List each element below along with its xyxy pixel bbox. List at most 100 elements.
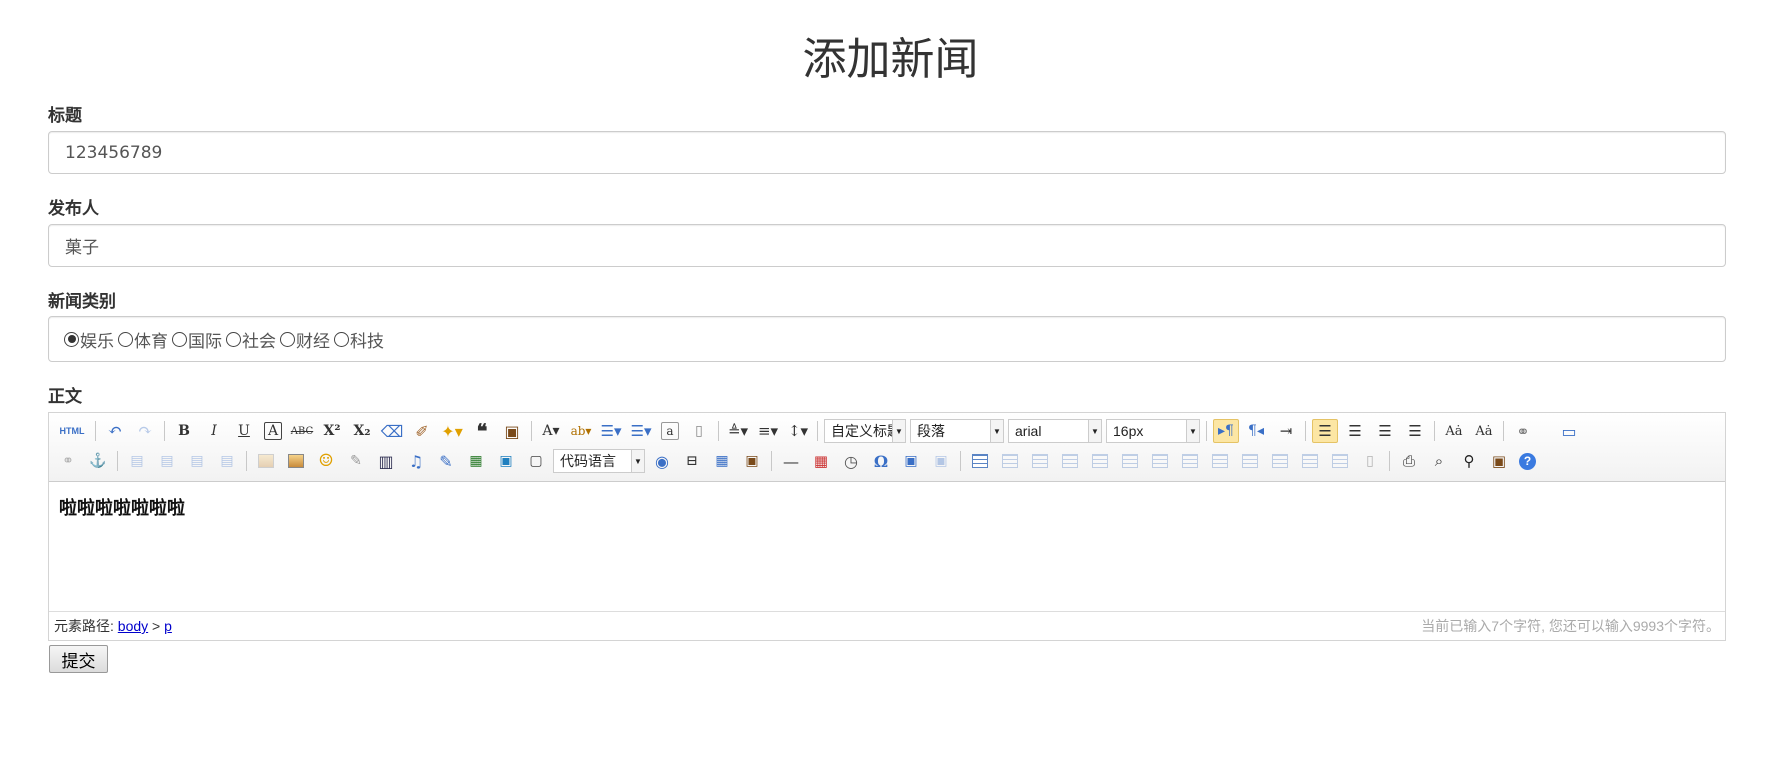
delete-row-icon[interactable] xyxy=(1087,449,1113,473)
insert-table-icon[interactable] xyxy=(967,449,993,473)
direction-ltr-icon[interactable]: ▸¶ xyxy=(1213,419,1239,443)
insert-col-icon[interactable] xyxy=(1117,449,1143,473)
merge-right-icon[interactable] xyxy=(1207,449,1233,473)
category-option-international[interactable]: 国际 xyxy=(172,327,222,352)
image-right-icon[interactable]: ▤ xyxy=(184,449,210,473)
radio-button[interactable] xyxy=(172,331,187,347)
font-border-icon[interactable]: A xyxy=(264,422,282,440)
page-break-icon[interactable]: ⊟ xyxy=(679,449,705,473)
radio-button[interactable] xyxy=(280,331,295,347)
attachment-icon[interactable]: ✎ xyxy=(433,449,459,473)
paragraph-format-select[interactable]: 段落 ▼ xyxy=(910,419,1004,443)
title-input[interactable]: 123456789 xyxy=(48,131,1726,174)
insert-time-icon[interactable]: ◷ xyxy=(838,449,864,473)
category-option-finance[interactable]: 财经 xyxy=(280,327,330,352)
insert-paragraph-before-table-icon[interactable] xyxy=(1027,449,1053,473)
help-icon[interactable]: ? xyxy=(1519,452,1536,470)
category-option-society[interactable]: 社会 xyxy=(226,327,276,352)
preview-icon[interactable]: ⌕ xyxy=(1426,449,1452,473)
special-chars-icon[interactable]: Ω xyxy=(868,449,894,473)
insert-date-icon[interactable]: ▦ xyxy=(808,449,834,473)
element-path-body-link[interactable]: body xyxy=(118,618,148,634)
anchor-icon[interactable]: ⚓ xyxy=(85,449,111,473)
scrawl-icon[interactable]: ✎ xyxy=(343,449,369,473)
redo-icon[interactable]: ↷ xyxy=(132,419,158,443)
align-center-icon[interactable]: ☰ xyxy=(1342,419,1368,443)
html-source-button[interactable]: HTML xyxy=(55,419,89,443)
format-brush-icon[interactable]: ✐ xyxy=(409,419,435,443)
radio-button[interactable] xyxy=(226,331,241,347)
background-color-icon[interactable]: ab▾ xyxy=(568,419,594,443)
emotion-icon[interactable]: ☺ xyxy=(313,449,339,473)
subscript-icon[interactable]: X₂ xyxy=(349,419,375,443)
category-option-tech[interactable]: 科技 xyxy=(334,327,384,352)
eraser-icon[interactable]: ⌫ xyxy=(379,419,405,443)
element-path-p-link[interactable]: p xyxy=(164,618,172,634)
search-replace-icon[interactable]: ⚲ xyxy=(1456,449,1482,473)
clear-document-icon[interactable]: ▯ xyxy=(686,419,712,443)
insert-image-icon[interactable] xyxy=(283,449,309,473)
radio-button[interactable] xyxy=(334,331,349,347)
split-to-rows-icon[interactable] xyxy=(1297,449,1323,473)
unordered-list-icon[interactable]: ☰▾ xyxy=(628,419,654,443)
font-family-select[interactable]: arial ▼ xyxy=(1008,419,1102,443)
image-left-icon[interactable]: ▤ xyxy=(154,449,180,473)
merge-down-icon[interactable] xyxy=(1237,449,1263,473)
insert-row-icon[interactable] xyxy=(1057,449,1083,473)
author-input[interactable]: 菓子 xyxy=(48,224,1726,267)
simple-upload-icon[interactable] xyxy=(253,449,279,473)
paste-plain-icon[interactable]: ▣ xyxy=(499,419,525,443)
web-app-icon[interactable]: ◉ xyxy=(649,449,675,473)
font-size-select[interactable]: 16px ▼ xyxy=(1106,419,1200,443)
align-left-icon[interactable]: ☰ xyxy=(1312,419,1338,443)
split-to-cells-icon[interactable] xyxy=(1267,449,1293,473)
background-icon[interactable]: ▣ xyxy=(739,449,765,473)
row-spacing-bottom-icon[interactable]: ≡▾ xyxy=(755,419,781,443)
insert-video-icon[interactable]: ▥ xyxy=(373,449,399,473)
radio-button[interactable] xyxy=(118,331,133,347)
radio-button-checked[interactable] xyxy=(64,331,79,347)
blockquote-icon[interactable]: ❝ xyxy=(469,419,495,443)
align-right-icon[interactable]: ☰ xyxy=(1372,419,1398,443)
merge-cells-icon[interactable] xyxy=(1177,449,1203,473)
map-icon[interactable]: ▦ xyxy=(463,449,489,473)
delete-col-icon[interactable] xyxy=(1147,449,1173,473)
strikethrough-icon[interactable]: ABC xyxy=(289,419,315,443)
underline-icon[interactable]: U xyxy=(231,419,257,443)
select-all-icon[interactable]: a xyxy=(661,422,679,440)
italic-icon[interactable]: I xyxy=(201,419,227,443)
font-color-icon[interactable]: A▾ xyxy=(538,419,564,443)
lowercase-icon[interactable]: Aȧ xyxy=(1471,419,1497,443)
split-to-cols-icon[interactable] xyxy=(1327,449,1353,473)
template-icon[interactable]: ▦ xyxy=(709,449,735,473)
code-language-select[interactable]: 代码语言 ▼ xyxy=(553,449,645,473)
delete-table-icon[interactable] xyxy=(997,449,1023,473)
row-spacing-top-icon[interactable]: ≜▾ xyxy=(725,419,751,443)
image-none-icon[interactable]: ▤ xyxy=(124,449,150,473)
word-image-icon[interactable]: ▣ xyxy=(898,449,924,473)
category-option-entertainment[interactable]: 娱乐 xyxy=(64,327,114,352)
direction-rtl-icon[interactable]: ¶◂ xyxy=(1243,419,1269,443)
snapscreen-icon[interactable]: ▣ xyxy=(928,449,954,473)
custom-heading-select[interactable]: 自定义标题 ▼ xyxy=(824,419,906,443)
undo-icon[interactable]: ↶ xyxy=(102,419,128,443)
superscript-icon[interactable]: X² xyxy=(319,419,345,443)
submit-button[interactable]: 提交 xyxy=(49,645,108,673)
music-icon[interactable]: ♫ xyxy=(403,449,429,473)
horizontal-rule-icon[interactable]: — xyxy=(778,449,804,473)
image-center-icon[interactable]: ▤ xyxy=(214,449,240,473)
category-option-sports[interactable]: 体育 xyxy=(118,327,168,352)
bold-icon[interactable]: B xyxy=(171,419,197,443)
align-justify-icon[interactable]: ☰ xyxy=(1402,419,1428,443)
link-icon[interactable]: ⚭ xyxy=(1510,419,1536,443)
drafts-icon[interactable]: ▣ xyxy=(1486,449,1512,473)
insert-frame-icon[interactable]: ▢ xyxy=(523,449,549,473)
indent-icon[interactable]: ⇥ xyxy=(1273,419,1299,443)
unlink-icon[interactable]: ⚭ xyxy=(55,449,81,473)
line-height-icon[interactable]: ↕▾ xyxy=(785,419,811,443)
uppercase-icon[interactable]: Aȧ xyxy=(1441,419,1467,443)
editor-content-area[interactable]: 啦啦啦啦啦啦啦 xyxy=(49,482,1725,605)
ordered-list-icon[interactable]: ☰▾ xyxy=(598,419,624,443)
google-map-icon[interactable]: ▣ xyxy=(493,449,519,473)
chart-icon[interactable]: ▯ xyxy=(1357,449,1383,473)
